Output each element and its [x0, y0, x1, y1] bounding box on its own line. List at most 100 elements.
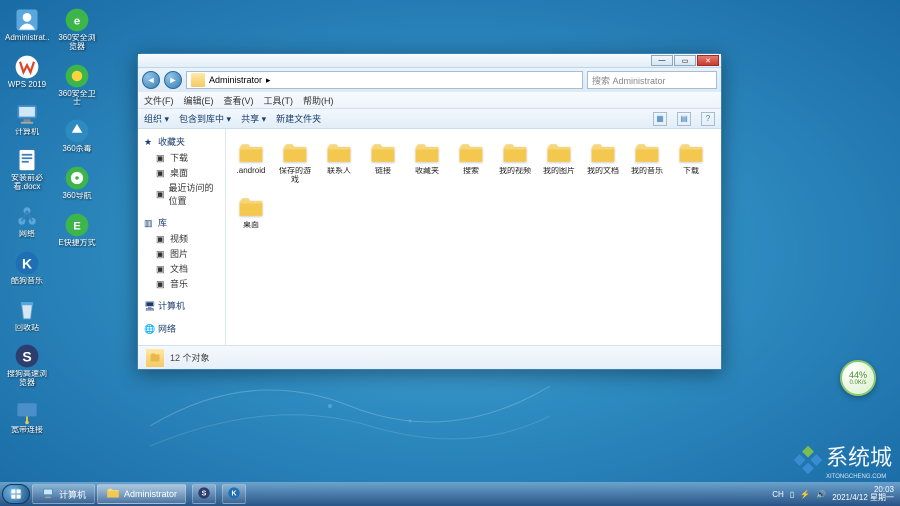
maximize-button[interactable]: ▭	[674, 55, 696, 66]
kugou-icon: K	[227, 486, 241, 502]
menu-tools[interactable]: 工具(T)	[264, 94, 294, 107]
tray-flag-icon[interactable]: ▯	[790, 490, 794, 499]
desktop-icon-label: 360导航	[62, 192, 91, 201]
network-speed-badge[interactable]: 44% 0.0K/s	[840, 360, 876, 396]
file-label: 收藏夹	[415, 167, 439, 176]
file-item[interactable]: .android	[232, 137, 270, 187]
desktop-icon-label: 宽带连接	[11, 426, 43, 435]
menu-bar: 文件(F) 编辑(E) 查看(V) 工具(T) 帮助(H)	[138, 92, 721, 109]
help-icon[interactable]: ?	[701, 112, 715, 126]
folder-icon	[545, 139, 573, 167]
file-item[interactable]: 保存的游戏	[276, 137, 314, 187]
taskbar-button[interactable]: Administrator	[97, 484, 186, 504]
back-button[interactable]: ◄	[142, 71, 160, 89]
desktop-icon-360nav[interactable]: 360导航	[55, 164, 99, 201]
svg-text:e: e	[74, 15, 80, 27]
desktop-icon-computer[interactable]: 计算机	[5, 100, 49, 137]
file-item[interactable]: 我的图片	[540, 137, 578, 187]
file-item[interactable]: 我的音乐	[628, 137, 666, 187]
taskbar: 计算机 Administrator SK CH ▯ ⚡ 🔊 20:03 2021/…	[0, 482, 900, 506]
include-library-button[interactable]: 包含到库中 ▾	[179, 112, 231, 125]
nav-item[interactable]: ▣图片	[138, 246, 225, 261]
address-path[interactable]: Administrator ▸	[186, 71, 583, 89]
nav-item[interactable]: ▣文档	[138, 261, 225, 276]
minimize-button[interactable]: —	[651, 55, 673, 66]
tray-network-icon[interactable]: ⚡	[800, 490, 810, 499]
file-item[interactable]: 桌面	[232, 191, 270, 232]
desktop-icon-sogou[interactable]: S搜狗高速浏览器	[5, 342, 49, 388]
menu-help[interactable]: 帮助(H)	[303, 94, 334, 107]
desktop-icon-user[interactable]: Administrat...	[5, 6, 49, 43]
file-label: 保存的游戏	[278, 167, 312, 185]
desktop-icon-wps[interactable]: WPS 2019	[5, 53, 49, 90]
taskbar-pinned-sogou[interactable]: S	[192, 484, 216, 504]
titlebar[interactable]: — ▭ ✕	[138, 54, 721, 68]
file-label: 桌面	[243, 221, 259, 230]
pc-icon: 🖥	[144, 301, 154, 311]
desktop-icon-eshort[interactable]: EE快捷方式	[55, 211, 99, 248]
lib-icon: ▥	[144, 218, 154, 228]
organize-button[interactable]: 组织 ▾	[144, 112, 169, 125]
desktop-icon-label: 安装前必看.docx	[5, 174, 49, 192]
desktop-icon-360safe[interactable]: 360安全卫士	[55, 62, 99, 108]
folder-icon	[106, 486, 120, 502]
file-item[interactable]: 我的视频	[496, 137, 534, 187]
menu-edit[interactable]: 编辑(E)	[184, 94, 214, 107]
nav-item[interactable]: ▣下载	[138, 150, 225, 165]
tray-volume-icon[interactable]: 🔊	[816, 490, 826, 499]
nav-header-库[interactable]: ▥库	[138, 214, 225, 231]
file-item[interactable]: 联系人	[320, 137, 358, 187]
file-item[interactable]: 搜索	[452, 137, 490, 187]
desktop-icon-360av[interactable]: 360杀毒	[55, 117, 99, 154]
nav-item[interactable]: ▣最近访问的位置	[138, 180, 225, 208]
nav-item[interactable]: ▣桌面	[138, 165, 225, 180]
file-item[interactable]: 我的文档	[584, 137, 622, 187]
nav-item[interactable]: ▣视频	[138, 231, 225, 246]
taskbar-pinned-kugou[interactable]: K	[222, 484, 246, 504]
file-grid[interactable]: .android 保存的游戏联系人链接收藏夹 搜索我的视频我的图片我的文档我的音乐下…	[226, 129, 721, 345]
nav-header-网络[interactable]: 🌐网络	[138, 320, 225, 337]
file-item[interactable]: 下载	[672, 137, 710, 187]
taskbar-button-label: Administrator	[124, 489, 177, 499]
view-mode-icon[interactable]: ▦	[653, 112, 667, 126]
svg-text:K: K	[22, 255, 32, 271]
breadcrumb-seg[interactable]: Administrator	[209, 75, 262, 85]
folder-icon	[281, 139, 309, 167]
taskbar-button[interactable]: 计算机	[32, 484, 95, 504]
menu-file[interactable]: 文件(F)	[144, 94, 174, 107]
breadcrumb-chevron-icon[interactable]: ▸	[266, 75, 271, 86]
new-folder-button[interactable]: 新建文件夹	[276, 112, 321, 125]
folder-icon: ▣	[156, 153, 166, 163]
search-input[interactable]: 搜索 Administrator	[587, 71, 717, 89]
desktop-icon-recycle[interactable]: 回收站	[5, 296, 49, 333]
tray-lang[interactable]: CH	[772, 490, 784, 499]
desktop-icon-kugou[interactable]: K酷狗音乐	[5, 249, 49, 286]
sogou-icon: S	[197, 486, 211, 502]
watermark-text: 系统城	[826, 440, 892, 472]
file-item[interactable]: 收藏夹	[408, 137, 446, 187]
status-text: 12 个对象	[170, 351, 210, 364]
nav-header-收藏夹[interactable]: ★收藏夹	[138, 133, 225, 150]
eshort-icon: E	[63, 211, 91, 239]
desktop-icon-dialup[interactable]: 宽带连接	[5, 398, 49, 435]
computer-icon	[13, 100, 41, 128]
file-item[interactable]: 链接	[364, 137, 402, 187]
desktop-icon-doc[interactable]: 安装前必看.docx	[5, 146, 49, 192]
nav-item[interactable]: ▣音乐	[138, 276, 225, 291]
tray-clock[interactable]: 20:03 2021/4/12 星期一	[832, 486, 894, 503]
forward-button[interactable]: ►	[164, 71, 182, 89]
nav-header-计算机[interactable]: 🖥计算机	[138, 297, 225, 314]
preview-pane-icon[interactable]: ▤	[677, 112, 691, 126]
menu-view[interactable]: 查看(V)	[224, 94, 254, 107]
folder-icon	[191, 73, 205, 87]
file-label: 我的文档	[587, 167, 619, 176]
close-button[interactable]: ✕	[697, 55, 719, 66]
dialup-icon	[13, 398, 41, 426]
desktop-icon-network[interactable]: 网络	[5, 202, 49, 239]
badge-percent: 44%	[849, 370, 867, 380]
start-button[interactable]	[2, 484, 30, 504]
desktop-icon-360browser[interactable]: e360安全浏览器	[55, 6, 99, 52]
folder-icon: ▣	[156, 234, 166, 244]
desktop-icon-label: WPS 2019	[8, 81, 46, 90]
share-button[interactable]: 共享 ▾	[241, 112, 266, 125]
